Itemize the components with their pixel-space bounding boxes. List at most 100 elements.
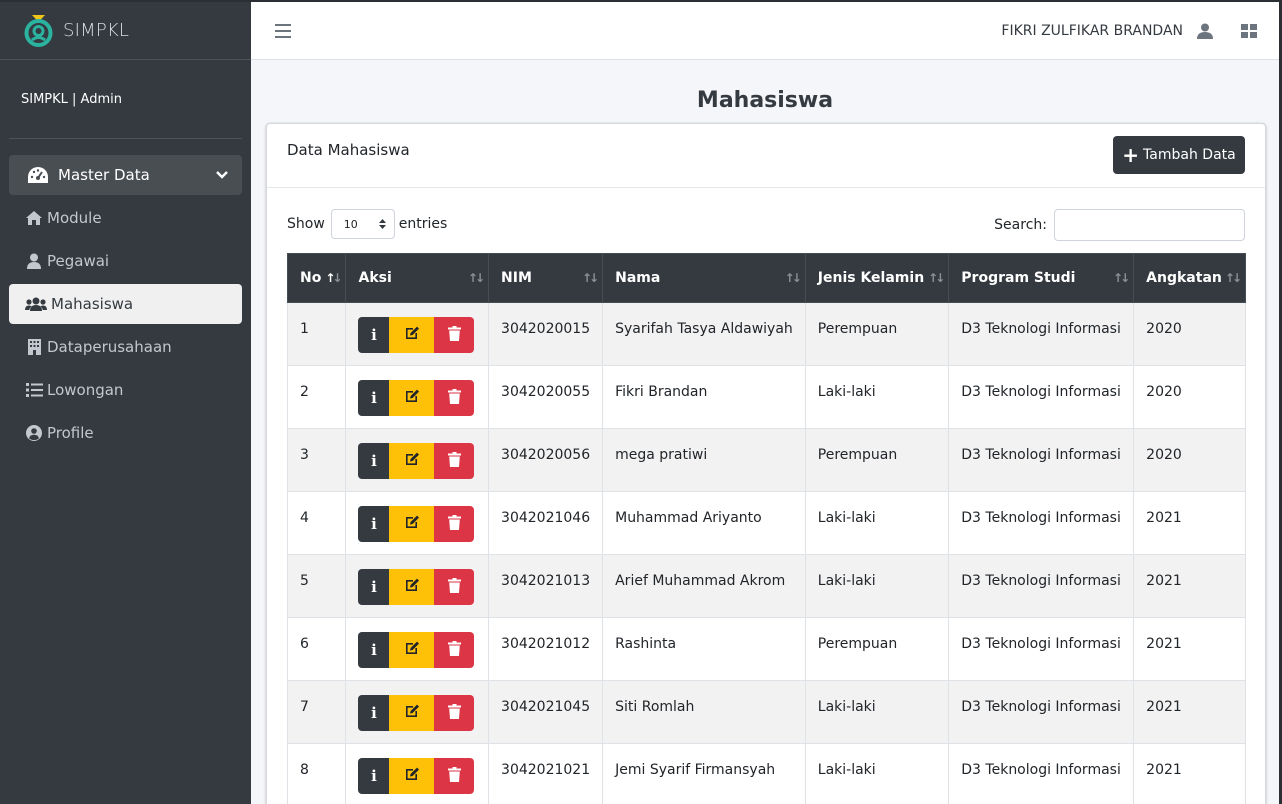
cell-angkatan: 2021 bbox=[1133, 617, 1246, 681]
cell-nim: 3042021012 bbox=[488, 617, 604, 681]
cell-aksi: i bbox=[345, 554, 490, 618]
column-header-aksi[interactable]: Aksi ↑↓ bbox=[345, 253, 490, 303]
table-body: 1 i 3042020015 Syarifah Tasya Aldawiyah Pere… bbox=[286, 302, 1246, 804]
entries-value: 10 bbox=[343, 217, 358, 231]
trash-icon bbox=[447, 703, 461, 723]
cell-program-studi: D3 Teknologi Informasi bbox=[948, 428, 1135, 492]
edit-button[interactable] bbox=[389, 317, 435, 353]
sidebar-item-module[interactable]: Module bbox=[9, 198, 242, 238]
brand-text: SIMPKL bbox=[63, 20, 130, 41]
info-button[interactable]: i bbox=[358, 632, 390, 668]
mahasiswa-table: No ↑↓ Aksi ↑↓ NIM ↑↓ Nama ↑↓ Jenis Kelamin ↑↓… bbox=[286, 253, 1246, 804]
edit-button[interactable] bbox=[389, 758, 435, 794]
cell-aksi: i bbox=[345, 302, 490, 366]
building-icon bbox=[25, 338, 43, 356]
sort-icon: ↑↓ bbox=[1113, 271, 1130, 285]
cell-jenis-kelamin: Perempuan bbox=[804, 617, 950, 681]
delete-button[interactable] bbox=[434, 317, 475, 353]
delete-button[interactable] bbox=[434, 443, 475, 479]
search-label: Search: bbox=[994, 217, 1047, 233]
table-row: 1 i 3042020015 Syarifah Tasya Aldawiyah Pere… bbox=[286, 302, 1246, 366]
table-controls: Show 10 entries Search: bbox=[287, 209, 1245, 241]
cell-no: 3 bbox=[286, 428, 347, 492]
cell-nama: Arief Muhammad Akrom bbox=[602, 554, 806, 618]
info-button[interactable]: i bbox=[358, 317, 390, 353]
grid-icon[interactable] bbox=[1241, 23, 1257, 38]
edit-button[interactable] bbox=[389, 443, 435, 479]
entries-control: Show 10 entries bbox=[287, 209, 447, 239]
info-button[interactable]: i bbox=[358, 695, 390, 731]
delete-button[interactable] bbox=[434, 380, 475, 416]
column-header-no[interactable]: No ↑↓ bbox=[286, 253, 347, 303]
action-buttons: i bbox=[358, 506, 475, 542]
info-button[interactable]: i bbox=[358, 506, 390, 542]
info-button[interactable]: i bbox=[358, 569, 390, 605]
cell-no: 8 bbox=[286, 743, 347, 804]
info-button[interactable]: i bbox=[358, 380, 390, 416]
cell-program-studi: D3 Teknologi Informasi bbox=[948, 491, 1135, 555]
delete-button[interactable] bbox=[434, 506, 475, 542]
brand-link[interactable]: SIMPKL bbox=[0, 2, 251, 60]
cell-nama: Rashinta bbox=[602, 617, 806, 681]
cell-nama: Fikri Brandan bbox=[602, 365, 806, 429]
sidebar-item-mahasiswa[interactable]: Mahasiswa bbox=[9, 284, 242, 324]
edit-button[interactable] bbox=[389, 380, 435, 416]
sidebar-item-lowongan[interactable]: Lowongan bbox=[9, 370, 242, 410]
add-data-button[interactable]: + Tambah Data bbox=[1113, 136, 1245, 174]
info-icon: i bbox=[371, 452, 377, 470]
cell-aksi: i bbox=[345, 365, 490, 429]
dashboard-icon bbox=[27, 166, 49, 184]
edit-button[interactable] bbox=[389, 506, 435, 542]
column-header-angkatan[interactable]: Angkatan ↑↓ bbox=[1133, 253, 1246, 303]
info-button[interactable]: i bbox=[358, 443, 390, 479]
table-row: 5 i 3042021013 Arief Muhammad Akrom Laki-lak… bbox=[286, 554, 1246, 618]
page-title: Mahasiswa bbox=[696, 88, 834, 113]
sidebar-item-profile[interactable]: Profile bbox=[9, 413, 242, 453]
cell-nim: 3042020015 bbox=[488, 302, 604, 366]
action-buttons: i bbox=[358, 380, 475, 416]
cell-aksi: i bbox=[345, 491, 490, 555]
sidebar-item-pegawai[interactable]: Pegawai bbox=[9, 241, 242, 281]
plus-icon: + bbox=[1122, 143, 1140, 167]
user-icon[interactable] bbox=[1197, 23, 1213, 39]
cell-angkatan: 2021 bbox=[1133, 491, 1246, 555]
column-header-program-studi[interactable]: Program Studi ↑↓ bbox=[948, 253, 1135, 303]
edit-button[interactable] bbox=[389, 695, 435, 731]
entries-select[interactable]: 10 bbox=[330, 209, 395, 239]
sidebar-item-label: Profile bbox=[47, 424, 94, 442]
cell-nim: 3042021046 bbox=[488, 491, 604, 555]
info-button[interactable]: i bbox=[358, 758, 390, 794]
user-icon bbox=[25, 252, 43, 270]
sort-icon: ↑↓ bbox=[928, 271, 945, 285]
cell-aksi: i bbox=[345, 428, 490, 492]
delete-button[interactable] bbox=[434, 569, 475, 605]
edit-button[interactable] bbox=[389, 632, 435, 668]
cell-program-studi: D3 Teknologi Informasi bbox=[948, 554, 1135, 618]
edit-icon bbox=[404, 766, 420, 786]
info-icon: i bbox=[371, 389, 377, 407]
trash-icon bbox=[447, 514, 461, 534]
column-header-jenis-kelamin[interactable]: Jenis Kelamin ↑↓ bbox=[804, 253, 950, 303]
trash-icon bbox=[447, 640, 461, 660]
delete-button[interactable] bbox=[434, 758, 475, 794]
table-row: 6 i 3042021012 Rashinta Perempuan D3 Teknolog… bbox=[286, 617, 1246, 681]
data-card: Data Mahasiswa + Tambah Data Show 10 ent… bbox=[266, 123, 1266, 804]
cell-angkatan: 2021 bbox=[1133, 554, 1246, 618]
delete-button[interactable] bbox=[434, 695, 475, 731]
edit-icon bbox=[404, 514, 420, 534]
search-input[interactable] bbox=[1054, 209, 1245, 241]
cell-aksi: i bbox=[345, 680, 490, 744]
trash-icon bbox=[447, 388, 461, 408]
cell-nama: mega pratiwi bbox=[602, 428, 806, 492]
menu-toggle-icon[interactable] bbox=[275, 23, 291, 38]
sidebar-item-dataperusahaan[interactable]: Dataperusahaan bbox=[9, 327, 242, 367]
delete-button[interactable] bbox=[434, 632, 475, 668]
edit-button[interactable] bbox=[389, 569, 435, 605]
cell-angkatan: 2020 bbox=[1133, 428, 1246, 492]
column-header-nim[interactable]: NIM ↑↓ bbox=[488, 253, 604, 303]
sidebar-item-master-data[interactable]: Master Data bbox=[9, 155, 242, 195]
cell-program-studi: D3 Teknologi Informasi bbox=[948, 302, 1135, 366]
column-header-nama[interactable]: Nama ↑↓ bbox=[602, 253, 806, 303]
sidebar: SIMPKL SIMPKL | Admin Master Data Module… bbox=[0, 2, 251, 804]
show-label: Show bbox=[287, 216, 325, 232]
